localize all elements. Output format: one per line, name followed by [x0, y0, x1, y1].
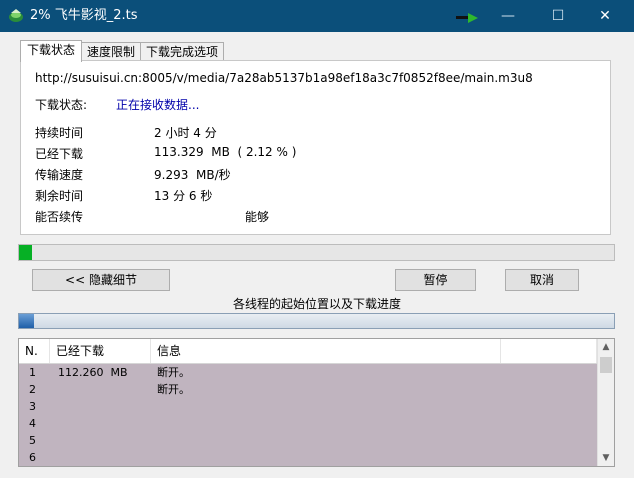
- speed-label: 传输速度: [35, 168, 84, 182]
- threads-caption: 各线程的起始位置以及下载进度: [232, 297, 401, 311]
- pause-button[interactable]: 暂停: [395, 269, 476, 291]
- maximize-icon: ☐: [551, 8, 565, 24]
- table-row[interactable]: 3: [19, 398, 597, 415]
- column-header-info[interactable]: 信息: [151, 339, 501, 363]
- thread-list[interactable]: N. 已经下载 信息 1 112.260 MB 断开。 2 断开。 3 4 5: [18, 338, 615, 467]
- tab-speed-limit[interactable]: 速度限制: [80, 42, 142, 61]
- thread-list-header: N. 已经下载 信息: [19, 339, 597, 364]
- row-number: 1: [29, 366, 36, 379]
- vertical-scrollbar[interactable]: ▲ ▼: [597, 339, 614, 466]
- table-row[interactable]: 1 112.260 MB 断开。: [19, 364, 597, 381]
- drag-grip-icon[interactable]: [456, 12, 478, 24]
- row-number: 4: [29, 417, 36, 430]
- row-number: 3: [29, 400, 36, 413]
- remaining-label: 剩余时间: [35, 189, 84, 203]
- row-number: 5: [29, 434, 36, 447]
- row-info: 断开。: [157, 383, 190, 396]
- tab-download-status[interactable]: 下载状态: [20, 40, 82, 62]
- row-info: 断开。: [157, 366, 190, 379]
- downloaded-label: 已经下载: [35, 147, 84, 161]
- row-number: 2: [29, 383, 36, 396]
- close-button[interactable]: ✕: [582, 0, 628, 32]
- duration-value: 2 小时 4 分: [154, 126, 217, 140]
- table-row[interactable]: 5: [19, 432, 597, 449]
- downloaded-value: 113.329 MB ( 2.12 % ): [154, 145, 297, 159]
- minimize-icon: —: [501, 8, 515, 24]
- status-panel: http://susuisui.cn:8005/v/media/7a28ab51…: [20, 60, 611, 235]
- app-icon: [9, 9, 23, 22]
- speed-value: 9.293 MB/秒: [154, 168, 231, 182]
- download-progress-bar: [18, 244, 615, 261]
- window-title: 2% 飞牛影视_2.ts: [30, 8, 138, 23]
- hide-details-button[interactable]: << 隐藏细节: [32, 269, 170, 291]
- status-value: 正在接收数据...: [116, 98, 200, 112]
- download-url: http://susuisui.cn:8005/v/media/7a28ab51…: [35, 71, 533, 85]
- column-header-number[interactable]: N.: [19, 339, 50, 363]
- status-label: 下载状态:: [35, 98, 88, 112]
- close-icon: ✕: [599, 8, 611, 24]
- thread-progress-fill: [19, 314, 34, 328]
- maximize-button[interactable]: ☐: [535, 0, 581, 32]
- row-number: 6: [29, 451, 36, 464]
- scroll-down-icon[interactable]: ▼: [598, 450, 614, 466]
- table-row[interactable]: 2 断开。: [19, 381, 597, 398]
- download-progress-fill: [19, 245, 32, 260]
- cancel-button[interactable]: 取消: [505, 269, 579, 291]
- scroll-up-icon[interactable]: ▲: [598, 339, 614, 355]
- resume-label: 能否续传: [35, 210, 84, 224]
- remaining-value: 13 分 6 秒: [154, 189, 213, 203]
- table-row[interactable]: 4: [19, 415, 597, 432]
- duration-label: 持续时间: [35, 126, 84, 140]
- tab-completion-options[interactable]: 下载完成选项: [140, 42, 224, 61]
- resume-value: 能够: [245, 210, 270, 224]
- thread-progress-bar: [18, 313, 615, 329]
- scrollbar-thumb[interactable]: [600, 357, 612, 373]
- column-header-empty: [501, 339, 597, 363]
- minimize-button[interactable]: —: [485, 0, 531, 32]
- title-bar[interactable]: 2% 飞牛影视_2.ts — ☐ ✕: [0, 0, 634, 32]
- row-downloaded: 112.260 MB: [58, 366, 128, 379]
- table-row[interactable]: 6: [19, 449, 597, 466]
- column-header-downloaded[interactable]: 已经下载: [50, 339, 151, 363]
